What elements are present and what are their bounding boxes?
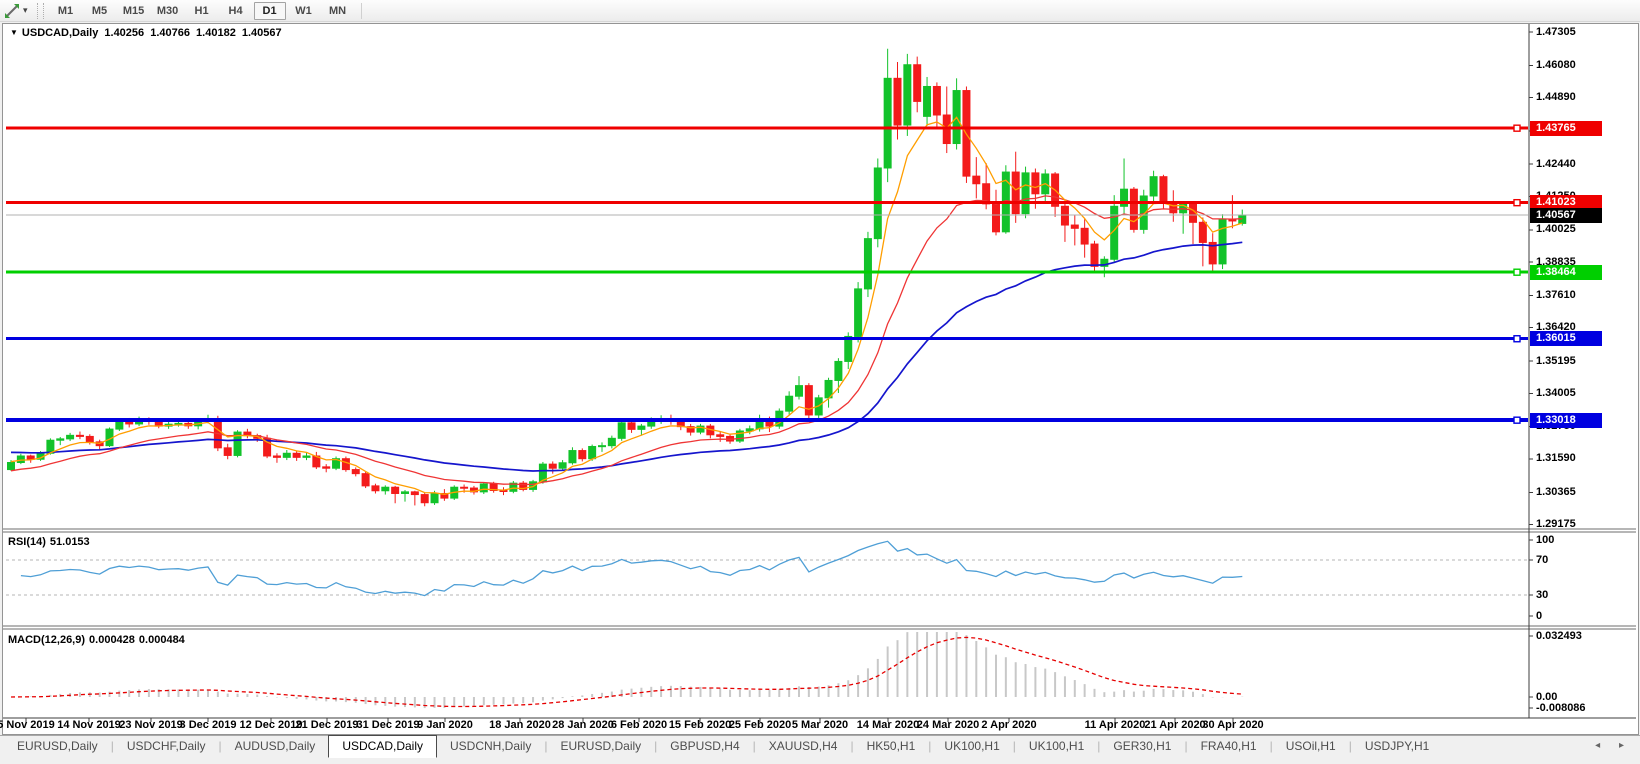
candle-body bbox=[786, 396, 793, 411]
candle-body bbox=[1032, 173, 1039, 194]
candle-body bbox=[352, 470, 359, 474]
candle-body bbox=[372, 486, 379, 491]
candle-body bbox=[431, 493, 438, 502]
candle-body bbox=[855, 289, 862, 337]
candle-body bbox=[1022, 173, 1029, 214]
line-handle[interactable] bbox=[1514, 417, 1520, 423]
candle-body bbox=[411, 492, 418, 495]
candle-body bbox=[382, 487, 389, 491]
candle-body bbox=[480, 484, 487, 492]
moving-average bbox=[11, 242, 1242, 471]
candle-body bbox=[1061, 206, 1068, 225]
candle-body bbox=[323, 467, 330, 468]
candle-body bbox=[342, 459, 349, 470]
candle-body bbox=[273, 456, 280, 457]
candle-body bbox=[1130, 189, 1137, 229]
candle-body bbox=[1081, 228, 1088, 244]
candle-body bbox=[599, 446, 606, 447]
candle-body bbox=[116, 421, 123, 429]
chart-canvas[interactable] bbox=[0, 0, 1640, 764]
rsi-line bbox=[21, 541, 1242, 595]
candle-body bbox=[1199, 222, 1206, 242]
candle-body bbox=[303, 456, 310, 457]
candle-body bbox=[618, 423, 625, 438]
macd-signal-line bbox=[11, 637, 1242, 706]
candle-body bbox=[283, 453, 290, 457]
candle-body bbox=[224, 448, 231, 456]
candle-body bbox=[57, 439, 64, 440]
candle-body bbox=[362, 474, 369, 486]
candle-body bbox=[1160, 177, 1167, 202]
candle-body bbox=[914, 65, 921, 102]
candle-body bbox=[628, 423, 635, 430]
candle-body bbox=[392, 487, 399, 493]
candle-body bbox=[993, 204, 1000, 232]
candle-body bbox=[27, 456, 34, 459]
candle-body bbox=[864, 239, 871, 289]
line-handle[interactable] bbox=[1514, 125, 1520, 131]
line-handle[interactable] bbox=[1514, 336, 1520, 342]
candle-body bbox=[86, 436, 93, 441]
candle-body bbox=[717, 435, 724, 437]
candle-body bbox=[67, 435, 74, 439]
candle-body bbox=[835, 361, 842, 380]
candle-body bbox=[569, 451, 576, 463]
candle-body bbox=[559, 463, 566, 468]
line-handle[interactable] bbox=[1514, 269, 1520, 275]
candle-body bbox=[924, 86, 931, 116]
candle-body bbox=[76, 435, 83, 436]
candle-body bbox=[884, 78, 891, 168]
candle-body bbox=[293, 453, 300, 457]
candle-body bbox=[805, 386, 812, 415]
candle-body bbox=[589, 446, 596, 458]
line-handle[interactable] bbox=[1514, 200, 1520, 206]
candle-body bbox=[894, 78, 901, 125]
candle-body bbox=[402, 492, 409, 494]
candle-body bbox=[1150, 177, 1157, 196]
candle-body bbox=[461, 487, 468, 488]
candle-body bbox=[8, 463, 15, 470]
candle-body bbox=[933, 86, 940, 115]
mt4-application: ▾ M1M5M15M30H1H4D1W1MN ▼USDCAD,Daily 1.4… bbox=[0, 0, 1640, 764]
candle-body bbox=[549, 464, 556, 468]
candle-body bbox=[904, 65, 911, 125]
candle-body bbox=[1219, 219, 1226, 264]
candle-body bbox=[579, 451, 586, 459]
candle-body bbox=[1012, 172, 1019, 214]
candle-body bbox=[638, 426, 645, 429]
candle-body bbox=[608, 438, 615, 445]
candle-body bbox=[421, 495, 428, 503]
candle-body bbox=[17, 456, 24, 463]
candle-body bbox=[1091, 244, 1098, 266]
candle-body bbox=[973, 176, 980, 184]
candle-body bbox=[175, 423, 182, 424]
candle-body bbox=[1071, 225, 1078, 228]
candle-body bbox=[796, 386, 803, 397]
